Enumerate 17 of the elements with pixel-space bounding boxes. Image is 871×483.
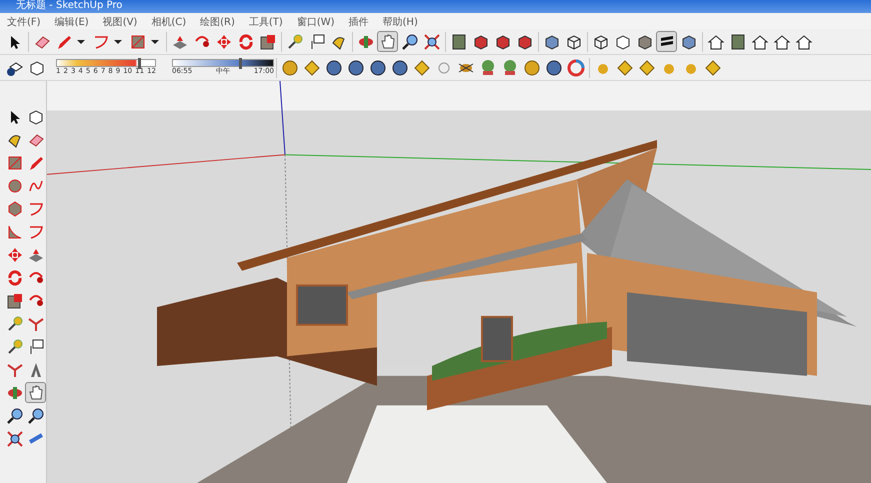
menu-item[interactable]: 绘图(R) [193,12,242,30]
hand-icon[interactable] [377,31,398,52]
time-slider[interactable] [172,59,274,67]
menu-item[interactable]: 相机(C) [144,12,194,30]
menu-item[interactable]: 窗口(W) [290,12,342,30]
menu-item[interactable]: 工具(T) [242,12,290,30]
hand-icon[interactable] [25,382,46,403]
menu-item[interactable]: 编辑(E) [48,12,96,30]
slider-thumb[interactable] [138,58,142,69]
striped-cube-icon[interactable] [656,31,677,52]
window-title: 无标题 - SketchUp Pro [0,0,871,13]
slider-thumb[interactable] [239,58,242,69]
menu-item[interactable]: 视图(V) [96,12,144,30]
menu-item[interactable]: 插件 [342,12,376,30]
date-slider[interactable] [56,59,156,67]
menu-item[interactable]: 文件(F) [0,12,48,30]
menu-item[interactable]: 帮助(H) [376,12,425,30]
